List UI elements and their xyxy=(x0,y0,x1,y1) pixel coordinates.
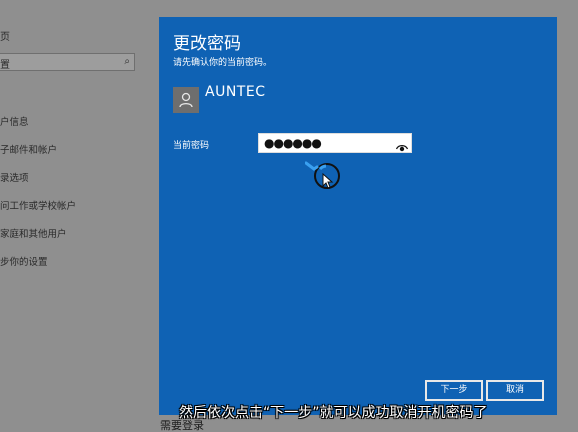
current-password-input[interactable]: ●●●●●● xyxy=(258,133,412,153)
user-avatar-icon xyxy=(173,87,199,113)
settings-search-box: 置 ⌕ xyxy=(0,53,135,71)
nav-item-sync-settings: 步你的设置 xyxy=(0,257,48,268)
next-button[interactable]: 下一步 xyxy=(425,380,483,401)
nav-item-work-school: 问工作或学校帐户 xyxy=(0,201,77,212)
nav-item-sign-in-options: 录选项 xyxy=(0,173,29,184)
nav-item-email-accounts: 子邮件和帐户 xyxy=(0,145,58,156)
user-name: AUNTEC xyxy=(205,84,266,100)
busy-cursor-icon xyxy=(304,160,341,198)
nav-item-your-info: 户信息 xyxy=(0,117,29,128)
nav-item-family-users: 家庭和其他用户 xyxy=(0,229,67,240)
current-password-label: 当前密码 xyxy=(173,141,210,151)
dialog-subtitle: 请先确认你的当前密码。 xyxy=(173,58,273,68)
search-icon: ⌕ xyxy=(124,56,130,67)
password-value: ●●●●●● xyxy=(264,136,322,150)
video-caption: 然后依次点击“下一步”就可以成功取消开机密码了 xyxy=(179,405,488,421)
change-password-dialog: 更改密码 请先确认你的当前密码。 AUNTEC 当前密码 ●●●●●● 下一步 … xyxy=(159,17,557,415)
settings-nav-list: 户信息 子邮件和帐户 录选项 问工作或学校帐户 家庭和其他用户 步你的设置 xyxy=(0,116,76,284)
dialog-title: 更改密码 xyxy=(173,34,241,54)
nav-home-partial: 页 xyxy=(0,32,10,43)
settings-search-placeholder: 置 xyxy=(0,60,10,71)
cancel-button[interactable]: 取消 xyxy=(486,380,544,401)
reveal-password-eye-icon[interactable] xyxy=(395,138,409,157)
